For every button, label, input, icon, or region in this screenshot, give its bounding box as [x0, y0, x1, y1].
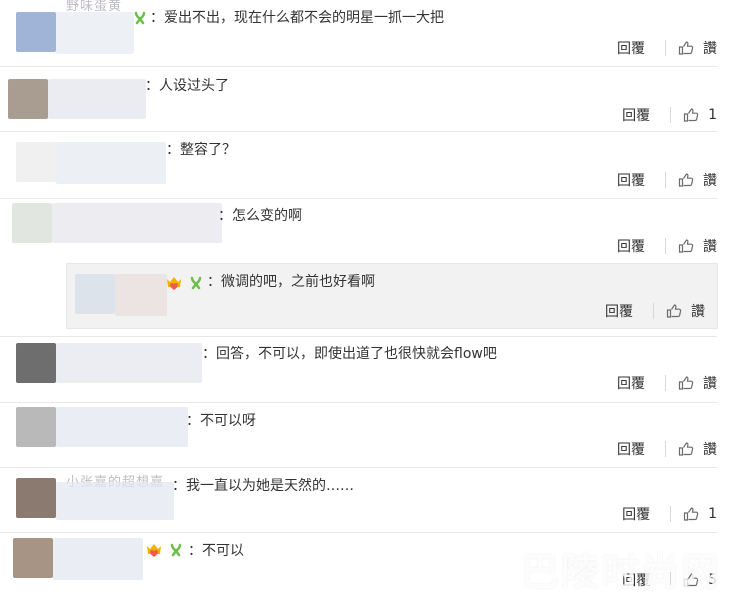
avatar[interactable] — [16, 12, 56, 52]
reply-button[interactable]: 回覆 — [617, 236, 645, 256]
weibo-comment-thread: 野味蛋黄 ：爱出不出，现在什么都不会的明星一抓一大把 回覆 讚 ：人设过头了 回… — [0, 0, 729, 601]
blurred-username[interactable] — [56, 407, 188, 447]
blurred-username[interactable] — [48, 79, 146, 119]
thumb-up-icon — [683, 507, 699, 521]
reply-button[interactable]: 回覆 — [622, 504, 650, 524]
like-count: 1 — [708, 506, 717, 522]
reply-button[interactable]: 回覆 — [605, 301, 633, 321]
avatar[interactable] — [16, 407, 56, 447]
reply-button[interactable]: 回覆 — [617, 170, 645, 190]
reply-button[interactable]: 回覆 — [622, 105, 650, 125]
thumb-up-icon — [678, 41, 694, 55]
faded-username: 野味蛋黄 — [66, 0, 123, 14]
like-button[interactable]: 讚 — [653, 303, 705, 320]
thumb-up-icon — [678, 376, 694, 390]
comment-actions: 回覆 5 — [622, 570, 717, 590]
avatar[interactable] — [13, 538, 53, 578]
reply-actions: 回覆 讚 — [605, 301, 705, 321]
blurred-username[interactable] — [56, 12, 134, 54]
avatar[interactable] — [8, 79, 48, 119]
nested-reply: ：微调的吧，之前也好看啊 回覆 讚 — [66, 263, 718, 329]
green-ribbon-icon — [170, 543, 182, 557]
avatar[interactable] — [16, 142, 56, 182]
like-count: 讚 — [703, 376, 717, 392]
comment-item: 野味蛋黄 ：爱出不出，现在什么都不会的明星一抓一大把 回覆 讚 — [0, 0, 717, 67]
like-button[interactable]: 5 — [670, 572, 717, 588]
like-button[interactable]: 讚 — [665, 238, 717, 255]
blurred-username[interactable] — [52, 203, 222, 243]
comment-text: ：回答，不可以，即使出道了也很快就会flow吧 — [202, 346, 497, 362]
comment-text: ：整容了？ — [166, 142, 236, 158]
blurred-username[interactable] — [115, 274, 167, 316]
reply-button[interactable]: 回覆 — [617, 38, 645, 58]
blurred-username[interactable] — [53, 538, 143, 580]
blurred-username[interactable] — [56, 482, 174, 520]
like-count: 讚 — [691, 304, 705, 320]
reply-text: ：微调的吧，之前也好看啊 — [207, 274, 375, 290]
comment-item: ：怎么变的啊 回覆 讚 ：微调的吧，之前也好看啊 回覆 讚 — [0, 199, 718, 337]
like-count: 讚 — [703, 41, 717, 57]
comment-actions: 回覆 讚 — [617, 170, 717, 190]
comment-actions: 回覆 讚 — [617, 439, 717, 459]
comment-actions: 回覆 讚 — [617, 236, 717, 256]
avatar[interactable] — [16, 343, 56, 383]
like-count: 讚 — [703, 173, 717, 189]
blurred-username[interactable] — [56, 343, 202, 383]
comment-actions: 回覆 1 — [622, 105, 717, 125]
like-count: 1 — [708, 107, 717, 123]
blurred-username[interactable] — [56, 142, 166, 184]
green-ribbon-icon — [190, 276, 202, 290]
thumb-up-icon — [666, 304, 682, 318]
crown-heart-icon — [147, 544, 161, 557]
thumb-up-icon — [678, 173, 694, 187]
like-count: 5 — [708, 572, 717, 588]
thumb-up-icon — [678, 239, 694, 253]
avatar[interactable] — [12, 203, 52, 243]
comment-item: 小张嘉的超想嘉 ：我一直以为她是天然的…… 回覆 1 — [0, 468, 717, 533]
comment-item: ：不可以 回覆 5 — [0, 533, 717, 601]
thumb-up-icon — [683, 573, 699, 587]
comment-actions: 回覆 讚 — [617, 38, 717, 58]
crown-heart-icon — [167, 277, 181, 290]
comment-text: ：爱出不出，现在什么都不会的明星一抓一大把 — [150, 10, 444, 26]
green-ribbon-icon — [134, 11, 146, 25]
like-button[interactable]: 1 — [670, 506, 717, 522]
like-button[interactable]: 讚 — [665, 375, 717, 392]
like-button[interactable]: 1 — [670, 107, 717, 123]
comment-text: ：我一直以为她是天然的…… — [172, 478, 354, 494]
comment-text: ：不可以 — [188, 543, 244, 559]
like-button[interactable]: 讚 — [665, 441, 717, 458]
like-button[interactable]: 讚 — [665, 40, 717, 57]
thumb-up-icon — [678, 442, 694, 456]
reply-button[interactable]: 回覆 — [617, 373, 645, 393]
comment-actions: 回覆 讚 — [617, 373, 717, 393]
reply-button[interactable]: 回覆 — [622, 570, 650, 590]
avatar[interactable] — [75, 274, 115, 314]
reply-button[interactable]: 回覆 — [617, 439, 645, 459]
comment-item: ：人设过头了 回覆 1 — [0, 67, 717, 132]
like-count: 讚 — [703, 442, 717, 458]
avatar[interactable] — [16, 478, 56, 518]
comment-item: ：整容了？ 回覆 讚 — [0, 132, 717, 199]
comment-actions: 回覆 1 — [622, 504, 717, 524]
like-count: 讚 — [703, 239, 717, 255]
like-button[interactable]: 讚 — [665, 172, 717, 189]
comment-item: ：回答，不可以，即使出道了也很快就会flow吧 回覆 讚 — [0, 337, 717, 403]
comment-text: ：不可以呀 — [186, 413, 256, 429]
comment-text: ：怎么变的啊 — [218, 208, 302, 224]
thumb-up-icon — [683, 108, 699, 122]
comment-text: ：人设过头了 — [145, 78, 229, 94]
comment-item: ：不可以呀 回覆 讚 — [0, 403, 717, 468]
